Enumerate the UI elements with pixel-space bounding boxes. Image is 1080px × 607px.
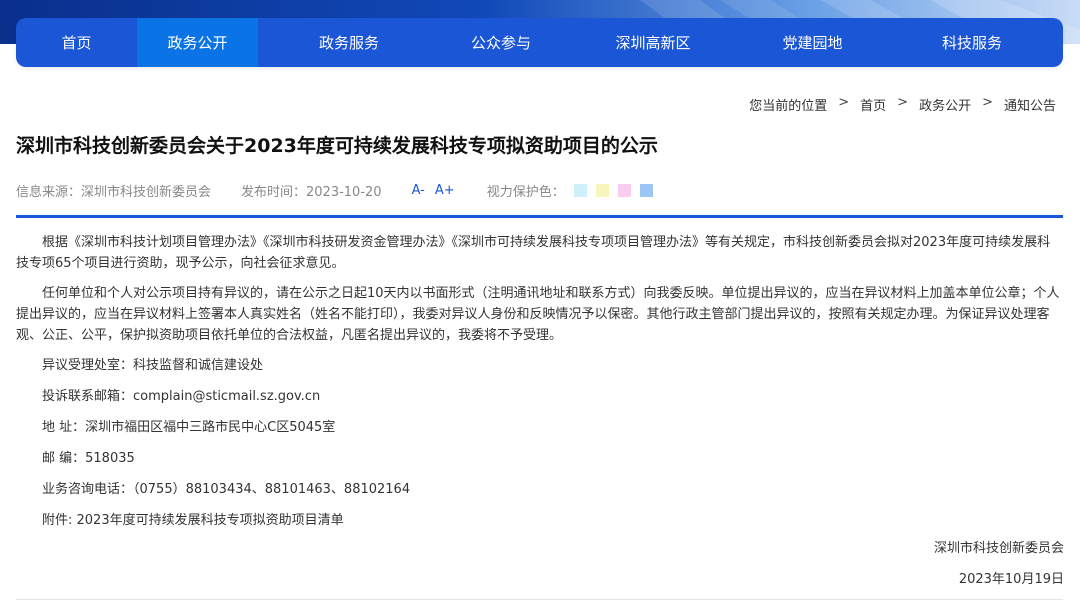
breadcrumb-separator: > (982, 95, 993, 110)
breadcrumb-prefix: 您当前的位置 (749, 99, 828, 114)
eye-care-swatch-pink[interactable] (617, 183, 631, 197)
eye-care-swatch-blue[interactable] (639, 183, 653, 197)
attachment-link[interactable]: 附件: 2023年度可持续发展科技专项拟资助项目清单 (16, 510, 1063, 531)
breadcrumb-separator: > (897, 95, 909, 110)
breadcrumb-home-link[interactable]: 首页 (860, 95, 886, 114)
font-increase-button[interactable]: A+ (435, 183, 455, 198)
info-source: 信息来源：深圳市科技创新委员会 (16, 184, 212, 200)
article-paragraph: 任何单位和个人对公示项目持有异议的，请在公示之日起10天内以书面形式（注明通讯地… (16, 286, 1060, 343)
breadcrumb-government-affairs-link[interactable]: 政务公开 (919, 95, 971, 114)
nav-item-hitech-zone[interactable]: 深圳高新区 (562, 18, 744, 67)
eye-care-swatch-yellow[interactable] (595, 183, 609, 197)
nav-item-home[interactable]: 首页 (16, 18, 137, 67)
breadcrumb-notices-link[interactable]: 通知公告 (1004, 95, 1056, 114)
article-paragraph: 根据《深圳市科技计划项目管理办法》《深圳市科技研发资金管理办法》《深圳市可持续发… (16, 235, 1051, 271)
inquiry-phone: 业务咨询电话：（0755）88103434、88101463、88102164 (42, 482, 411, 497)
signature-date: 2023年10月19日 (958, 572, 1064, 587)
breadcrumb: 您当前的位置 > 首页 > 政务公开 > 通知公告 (749, 95, 1056, 114)
article-meta: 信息来源：深圳市科技创新委员会 发布时间：2023-10-20 A- A+ 视力… (16, 181, 653, 200)
objection-office: 异议受理处室：科技监督和诚信建设处 (42, 358, 264, 373)
nav-item-public-participation[interactable]: 公众参与 (440, 18, 562, 67)
eye-care-swatch-cyan[interactable] (573, 183, 587, 197)
nav-item-government-services[interactable]: 政务服务 (258, 18, 440, 67)
postal-code: 邮 编：518035 (42, 451, 135, 466)
page-title: 深圳市科技创新委员会关于2023年度可持续发展科技专项拟资助项目的公示 (16, 135, 658, 157)
nav-item-party-building[interactable]: 党建园地 (744, 18, 881, 67)
address: 地 址：深圳市福田区福中三路市民中心C区5045室 (42, 420, 336, 435)
font-decrease-button[interactable]: A- (412, 183, 425, 198)
signature-org: 深圳市科技创新委员会 (933, 541, 1064, 556)
main-nav: 首页 政务公开 政务服务 公众参与 深圳高新区 党建园地 科技服务 (16, 18, 1063, 67)
nav-item-government-affairs[interactable]: 政务公开 (137, 18, 258, 67)
article-body: 根据《深圳市科技计划项目管理办法》《深圳市科技研发资金管理办法》《深圳市可持续发… (16, 232, 1063, 541)
title-divider (16, 215, 1063, 218)
bottom-divider (16, 599, 1063, 600)
breadcrumb-separator: > (838, 95, 850, 110)
publish-date: 发布时间：2023-10-20 (241, 184, 382, 200)
complaint-email: 投诉联系邮箱：complain@sticmail.sz.gov.cn (42, 389, 321, 404)
eye-care-label: 视力保护色： (486, 184, 565, 200)
nav-item-tech-services[interactable]: 科技服务 (881, 18, 1063, 67)
